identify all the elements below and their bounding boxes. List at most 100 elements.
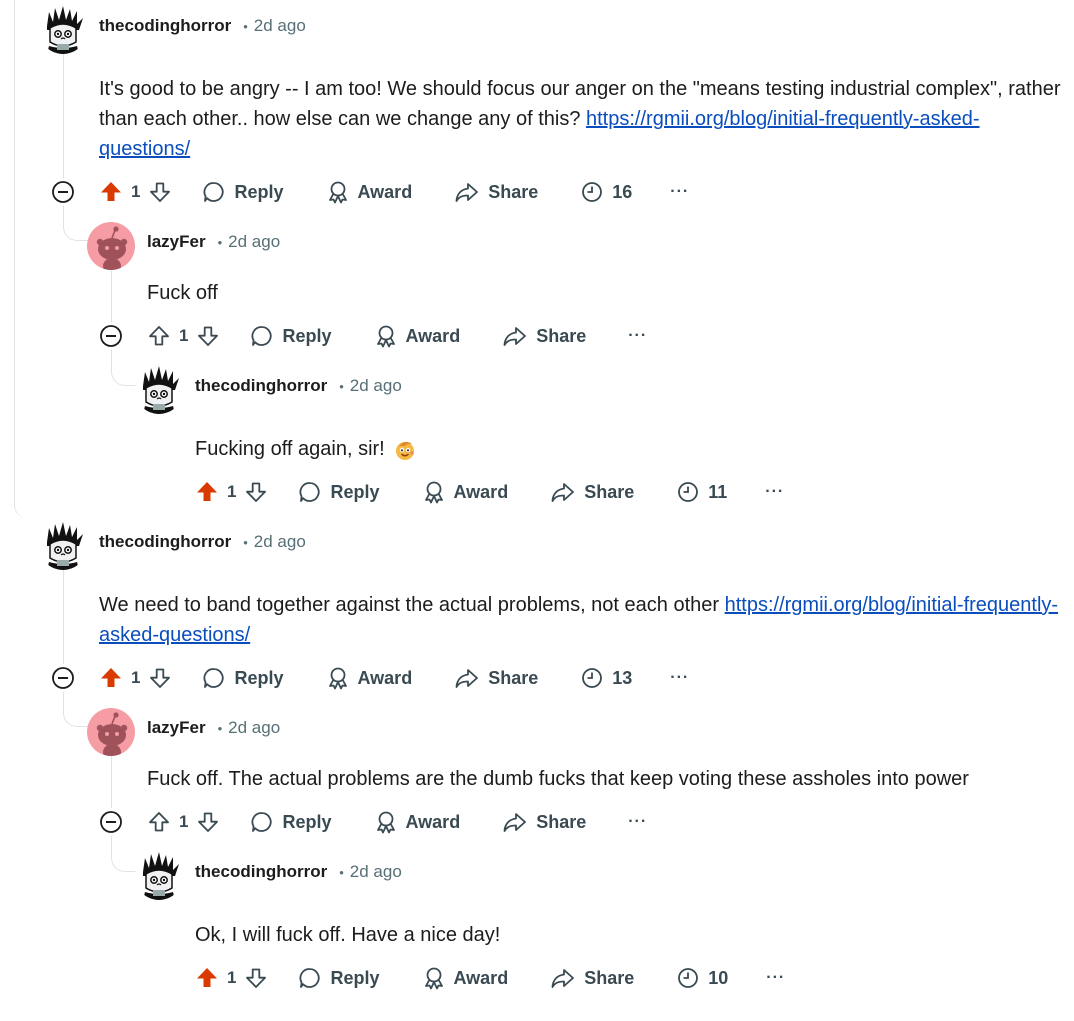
share-button[interactable]: Share bbox=[502, 324, 586, 348]
downvote-button[interactable] bbox=[244, 480, 268, 504]
ellipsis-icon: ··· bbox=[670, 183, 690, 200]
timer-button[interactable]: 11 bbox=[676, 480, 727, 504]
award-button[interactable]: Award bbox=[422, 480, 508, 504]
separator-dot: • bbox=[339, 378, 344, 394]
author-link[interactable]: thecodinghorror bbox=[195, 376, 327, 396]
award-label: Award bbox=[357, 667, 413, 688]
collapse-thread-button[interactable] bbox=[99, 324, 123, 348]
reply-button[interactable]: Reply bbox=[202, 180, 284, 204]
share-arrow-icon bbox=[502, 324, 528, 348]
thread-curve-c4 bbox=[63, 692, 88, 727]
upvote-button[interactable] bbox=[147, 810, 171, 834]
comment-text: Fuck off. The actual problems are the du… bbox=[147, 768, 969, 790]
award-button[interactable]: Award bbox=[374, 324, 461, 348]
comment-action-bar: 1 Reply Award Share 16 ··· bbox=[99, 178, 689, 206]
separator-dot: • bbox=[243, 18, 248, 34]
timestamp[interactable]: 2d ago bbox=[254, 16, 306, 36]
thread-line-c1 bbox=[63, 54, 64, 178]
share-button[interactable]: Share bbox=[550, 966, 634, 990]
comment-text: Fuck off bbox=[147, 282, 218, 304]
reply-button[interactable]: Reply bbox=[202, 666, 284, 690]
more-options-button[interactable]: ··· bbox=[766, 969, 785, 987]
award-button[interactable]: Award bbox=[422, 966, 508, 990]
speech-bubble-icon bbox=[202, 180, 226, 204]
timer-button[interactable]: 10 bbox=[676, 966, 728, 990]
ellipsis-icon: ··· bbox=[766, 969, 786, 986]
reply-button[interactable]: Reply bbox=[250, 324, 332, 348]
speech-bubble-icon bbox=[202, 666, 226, 690]
avatar[interactable] bbox=[87, 708, 135, 756]
avatar[interactable] bbox=[39, 6, 87, 54]
timestamp[interactable]: 2d ago bbox=[228, 718, 280, 738]
downvote-button[interactable] bbox=[196, 324, 220, 348]
minus-circle-icon bbox=[51, 667, 75, 694]
author-link[interactable]: thecodinghorror bbox=[99, 16, 231, 36]
award-ribbon-icon bbox=[374, 810, 398, 834]
award-ribbon-icon bbox=[422, 966, 446, 990]
avatar[interactable] bbox=[87, 222, 135, 270]
upvote-button[interactable] bbox=[99, 666, 123, 690]
share-arrow-icon bbox=[550, 480, 576, 504]
speech-bubble-icon bbox=[250, 324, 274, 348]
more-options-button[interactable]: ··· bbox=[765, 483, 784, 501]
share-button[interactable]: Share bbox=[454, 180, 538, 204]
award-label: Award bbox=[405, 325, 461, 346]
more-options-button[interactable]: ··· bbox=[628, 327, 647, 345]
reply-button[interactable]: Reply bbox=[298, 480, 380, 504]
comment-meta: thecodinghorror • 2d ago bbox=[195, 860, 402, 884]
more-options-button[interactable]: ··· bbox=[670, 183, 689, 201]
award-button[interactable]: Award bbox=[326, 180, 412, 204]
timestamp[interactable]: 2d ago bbox=[228, 232, 280, 252]
share-arrow-icon bbox=[550, 966, 576, 990]
thread-line-c2 bbox=[111, 270, 112, 322]
avatar[interactable] bbox=[39, 522, 87, 570]
timestamp[interactable]: 2d ago bbox=[350, 862, 402, 882]
downvote-button[interactable] bbox=[148, 666, 172, 690]
speech-bubble-icon bbox=[298, 966, 322, 990]
separator-dot: • bbox=[339, 864, 344, 880]
upvote-button[interactable] bbox=[99, 180, 123, 204]
snoo-avatar-icon bbox=[87, 222, 135, 270]
timestamp[interactable]: 2d ago bbox=[350, 376, 402, 396]
timer-button[interactable]: 16 bbox=[580, 180, 632, 204]
arrow-up-icon bbox=[99, 666, 123, 690]
comment-meta: thecodinghorror • 2d ago bbox=[99, 14, 306, 38]
upvote-button[interactable] bbox=[147, 324, 171, 348]
timer-count: 11 bbox=[708, 481, 728, 502]
downvote-button[interactable] bbox=[244, 966, 268, 990]
arrow-up-icon bbox=[147, 324, 171, 348]
upvote-button[interactable] bbox=[195, 480, 219, 504]
minus-circle-icon bbox=[99, 811, 123, 838]
share-label: Share bbox=[488, 667, 539, 688]
share-button[interactable]: Share bbox=[550, 480, 634, 504]
author-link[interactable]: thecodinghorror bbox=[99, 532, 231, 552]
reply-button[interactable]: Reply bbox=[298, 966, 380, 990]
avatar[interactable] bbox=[135, 852, 183, 900]
comment-action-bar: 1 Reply Award Share 11 ··· bbox=[195, 478, 784, 506]
downvote-button[interactable] bbox=[196, 810, 220, 834]
clock-icon bbox=[676, 480, 700, 504]
more-options-button[interactable]: ··· bbox=[670, 669, 689, 687]
more-options-button[interactable]: ··· bbox=[628, 813, 647, 831]
comment-meta: lazyFer • 2d ago bbox=[147, 716, 280, 740]
downvote-button[interactable] bbox=[148, 180, 172, 204]
award-button[interactable]: Award bbox=[374, 810, 460, 834]
author-link[interactable]: lazyFer bbox=[147, 718, 206, 738]
share-button[interactable]: Share bbox=[502, 810, 586, 834]
author-link[interactable]: lazyFer bbox=[147, 232, 206, 252]
collapse-thread-button[interactable] bbox=[51, 180, 75, 204]
timer-button[interactable]: 13 bbox=[580, 666, 632, 690]
share-button[interactable]: Share bbox=[454, 666, 538, 690]
upvote-button[interactable] bbox=[195, 966, 219, 990]
comment-body: Ok, I will fuck off. Have a nice day! bbox=[195, 920, 500, 950]
reply-label: Reply bbox=[330, 481, 380, 502]
reply-button[interactable]: Reply bbox=[250, 810, 332, 834]
collapse-thread-button[interactable] bbox=[99, 810, 123, 834]
collapse-thread-button[interactable] bbox=[51, 666, 75, 690]
author-link[interactable]: thecodinghorror bbox=[195, 862, 327, 882]
timestamp[interactable]: 2d ago bbox=[254, 532, 306, 552]
avatar[interactable] bbox=[135, 366, 183, 414]
award-button[interactable]: Award bbox=[326, 666, 413, 690]
vote-count: 1 bbox=[179, 326, 189, 345]
arrow-down-icon bbox=[148, 180, 172, 204]
